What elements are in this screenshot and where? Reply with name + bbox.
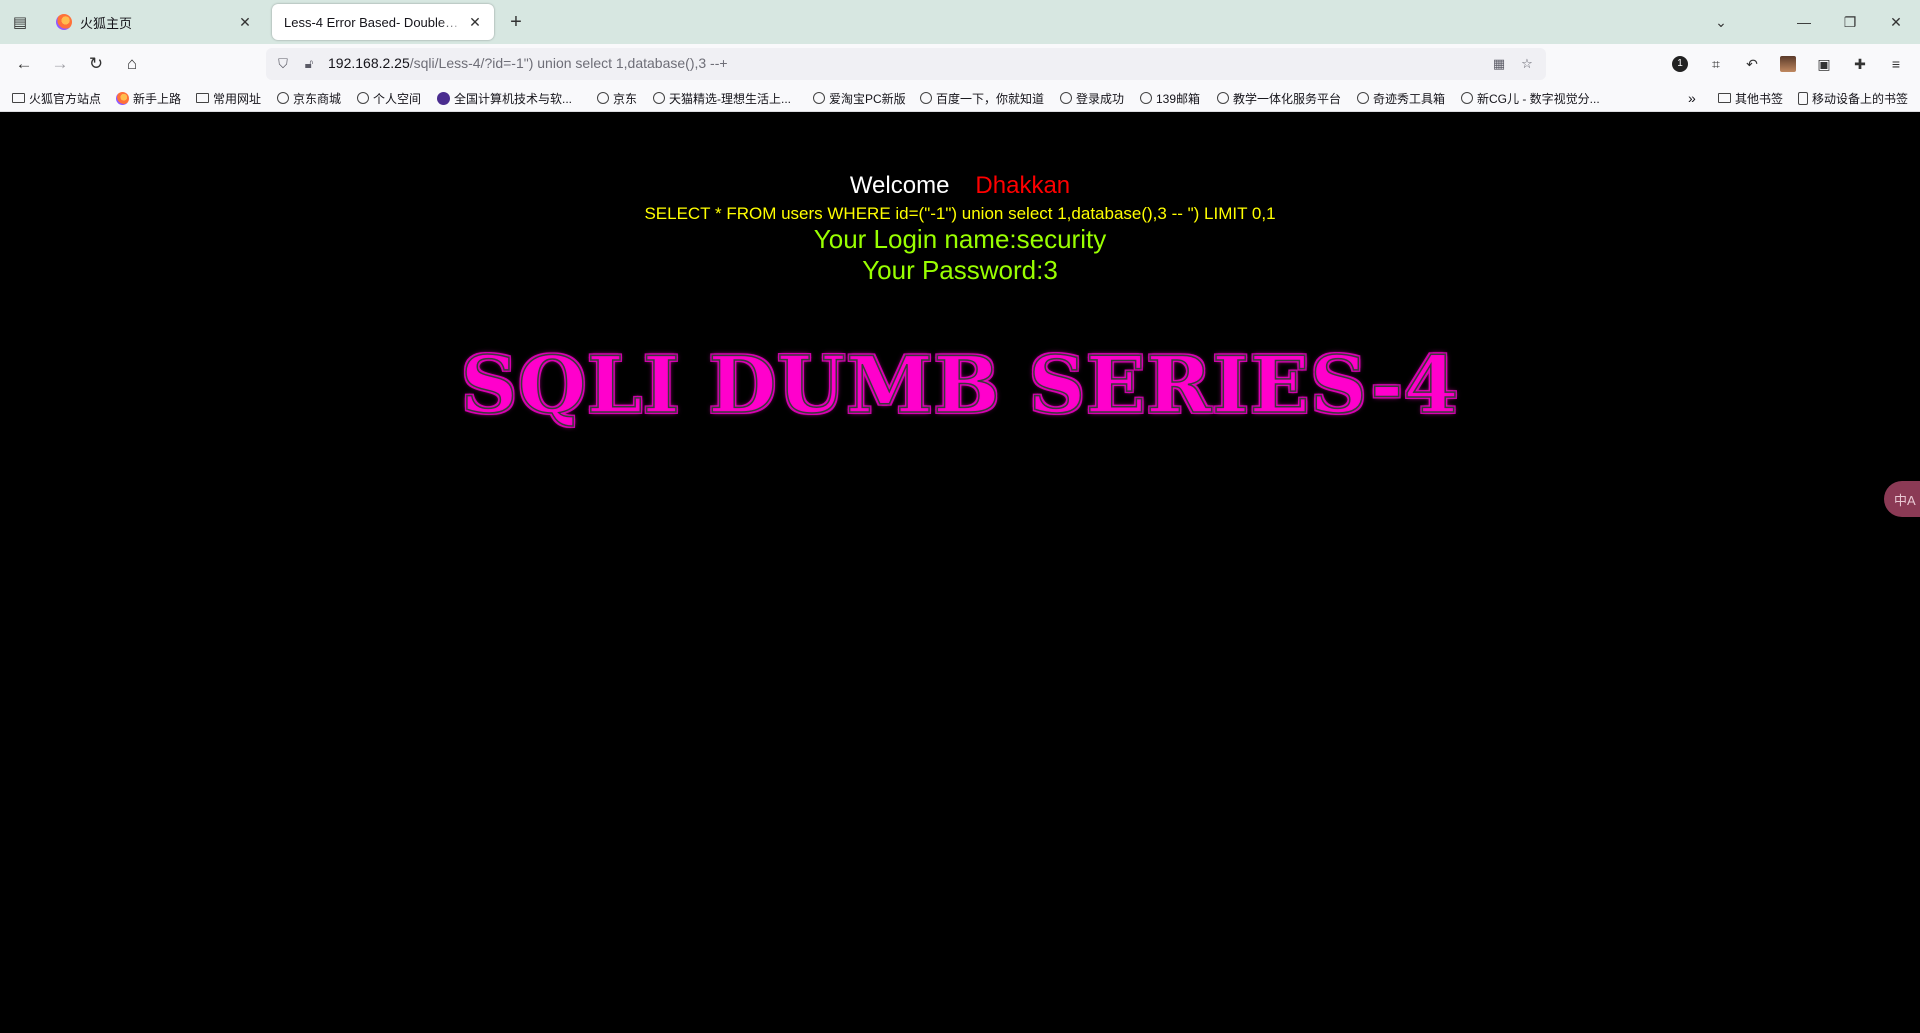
close-icon[interactable]: ✕: [466, 14, 484, 31]
bookmark-label: 新手上路: [133, 91, 182, 106]
bookmark-item[interactable]: 登录成功: [1060, 89, 1124, 107]
menu-icon[interactable]: ≡: [1884, 52, 1908, 76]
url-path: /sqli/Less-4/?id=-1") union select 1,dat…: [409, 55, 728, 71]
qr-code-icon[interactable]: ▦: [1490, 55, 1508, 73]
tab-label: 火狐主页: [80, 15, 133, 31]
bookmark-item[interactable]: 新CG儿 - 数字视觉分...: [1461, 89, 1600, 107]
globe-icon: [813, 92, 825, 104]
address-bar[interactable]: ⛉ 🔓︎ 192.168.2.25/sqli/Less-4/?id=-1") u…: [266, 48, 1546, 80]
bookmark-item[interactable]: 教学一体化服务平台: [1217, 89, 1341, 107]
bookmark-item[interactable]: 爱淘宝PC新版: [813, 89, 906, 107]
series-banner-title: SQLI DUMB SERIES-4: [0, 339, 1920, 432]
firefox-icon: [116, 91, 129, 105]
bookmark-item[interactable]: 新手上路: [116, 89, 181, 107]
folder-icon: [1718, 93, 1731, 103]
undo-icon[interactable]: ↶: [1740, 52, 1764, 76]
bookmark-item[interactable]: 常用网址: [196, 89, 261, 107]
globe-icon: [1217, 92, 1229, 104]
globe-icon: [1140, 92, 1152, 104]
bookmark-label: 教学一体化服务平台: [1233, 91, 1342, 106]
bookmark-label: 常用网址: [213, 91, 262, 106]
notification-badge[interactable]: 1: [1668, 52, 1692, 76]
home-icon[interactable]: ⌂: [118, 50, 146, 78]
bookmark-item[interactable]: 京东: [597, 89, 637, 107]
bookmark-star-icon[interactable]: ☆: [1518, 55, 1536, 73]
extension-icon[interactable]: ▣: [1812, 52, 1836, 76]
folder-icon: [196, 93, 209, 103]
restore-icon[interactable]: ❐: [1836, 8, 1864, 36]
globe-icon: [1357, 92, 1369, 104]
globe-icon: [277, 92, 289, 104]
globe-icon: [1060, 92, 1072, 104]
globe-icon: [1461, 92, 1473, 104]
tab-overflow-chevron-icon[interactable]: ⌄: [1707, 8, 1735, 36]
bookmarks-toolbar: 火狐官方站点 新手上路 常用网址 京东商城 个人空间 全国计算机技术与软... …: [0, 84, 1920, 112]
globe-icon: [357, 92, 369, 104]
site-icon: [437, 91, 450, 105]
back-icon[interactable]: ←: [10, 50, 38, 78]
bookmark-label: 登录成功: [1076, 91, 1125, 106]
bookmark-label: 全国计算机技术与软...: [454, 91, 573, 106]
screenshot-crop-icon[interactable]: ⌗: [1704, 52, 1728, 76]
bookmark-item[interactable]: 个人空间: [357, 89, 421, 107]
window-close-icon[interactable]: ✕: [1882, 8, 1910, 36]
welcome-line: Welcome Dhakkan: [0, 172, 1920, 200]
avatar-image: [1780, 56, 1796, 72]
insecure-lock-icon[interactable]: 🔓︎: [300, 55, 318, 73]
avatar[interactable]: [1776, 52, 1800, 76]
bookmark-item[interactable]: 全国计算机技术与软...: [437, 89, 572, 107]
bookmarks-overflow-chevron-icon[interactable]: »: [1688, 89, 1696, 107]
globe-icon: [653, 92, 665, 104]
translate-floating-button[interactable]: 中A: [1884, 481, 1920, 517]
url-text[interactable]: 192.168.2.25/sqli/Less-4/?id=-1") union …: [328, 55, 728, 71]
tab-bar: ▤ 火狐主页 ✕ Less-4 Error Based- DoubleQuote…: [0, 0, 1920, 44]
bookmark-item[interactable]: 火狐官方站点: [12, 89, 101, 107]
bookmark-label: 移动设备上的书签: [1812, 91, 1909, 106]
firefox-icon: [56, 14, 72, 30]
globe-icon: [920, 92, 932, 104]
bookmark-item[interactable]: 139邮箱: [1140, 89, 1200, 107]
bookmark-label: 139邮箱: [1156, 91, 1201, 106]
bookmark-item[interactable]: 天猫精选-理想生活上...: [653, 89, 791, 107]
url-host: 192.168.2.25: [328, 55, 410, 71]
welcome-name: Dhakkan: [975, 172, 1071, 199]
reload-icon[interactable]: ↻: [82, 50, 110, 78]
bookmark-label: 火狐官方站点: [29, 91, 102, 106]
login-name-result: Your Login name:security: [813, 224, 1107, 254]
shield-icon[interactable]: ⛉: [274, 55, 292, 73]
tab-list-icon[interactable]: ▤: [8, 10, 32, 34]
navigation-bar: ← → ↻ ⌂ ⛉ 🔓︎ 192.168.2.25/sqli/Less-4/?i…: [0, 44, 1920, 84]
bookmark-label: 天猫精选-理想生活上...: [669, 91, 791, 106]
mobile-bookmarks[interactable]: 移动设备上的书签: [1798, 89, 1908, 107]
folder-icon: [12, 93, 25, 103]
sql-query-text: SELECT * FROM users WHERE id=("-1") unio…: [644, 204, 1276, 223]
bookmark-label: 个人空间: [373, 91, 422, 106]
other-bookmarks[interactable]: 其他书签: [1718, 89, 1783, 107]
bookmark-label: 京东商城: [293, 91, 342, 106]
bookmark-label: 奇迹秀工具箱: [1373, 91, 1446, 106]
welcome-text: Welcome: [849, 172, 950, 199]
bookmark-item[interactable]: 百度一下，你就知道: [920, 89, 1044, 107]
bookmark-item[interactable]: 奇迹秀工具箱: [1357, 89, 1445, 107]
password-result: Your Password:3: [862, 255, 1058, 285]
new-tab-button[interactable]: +: [504, 10, 528, 34]
notification-count: 1: [1672, 56, 1688, 72]
bookmark-label: 京东: [613, 91, 638, 106]
bookmark-label: 爱淘宝PC新版: [829, 91, 906, 106]
bookmark-label: 其他书签: [1735, 91, 1784, 106]
bookmark-label: 新CG儿 - 数字视觉分...: [1477, 91, 1600, 106]
minimize-icon[interactable]: —: [1790, 8, 1818, 36]
bookmark-item[interactable]: 京东商城: [277, 89, 341, 107]
tab-label: Less-4 Error Based- DoubleQuotes: [284, 14, 466, 30]
extensions-puzzle-icon[interactable]: ✚: [1848, 52, 1872, 76]
mobile-icon: [1798, 91, 1808, 105]
globe-icon: [597, 92, 609, 104]
forward-icon[interactable]: →: [46, 50, 74, 78]
page-content: Welcome Dhakkan SELECT * FROM users WHERE…: [0, 112, 1920, 1033]
translate-icon: 中A: [1894, 492, 1916, 508]
close-icon[interactable]: ✕: [236, 14, 254, 31]
bookmark-label: 百度一下，你就知道: [936, 91, 1045, 106]
tab-firefox-home[interactable]: 火狐主页 ✕: [44, 4, 264, 40]
tab-less-4[interactable]: Less-4 Error Based- DoubleQuotes ✕: [272, 4, 494, 40]
